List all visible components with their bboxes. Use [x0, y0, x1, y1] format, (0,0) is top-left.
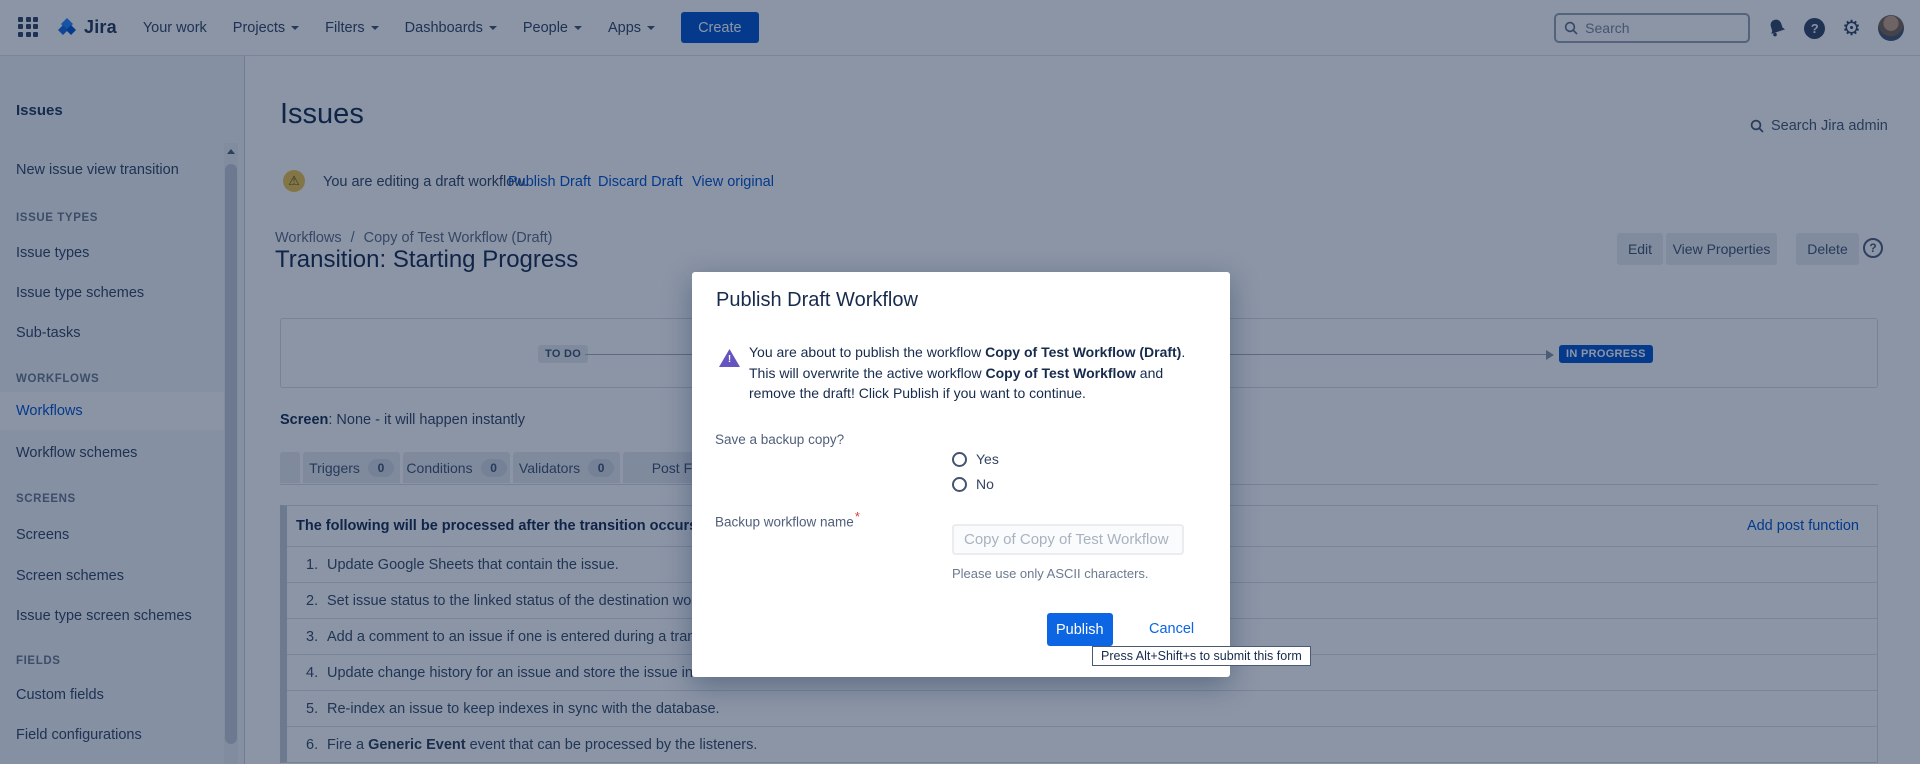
backup-radio-no[interactable]: No	[952, 476, 994, 492]
backup-radio-yes[interactable]: Yes	[952, 451, 999, 467]
backup-name-label: Backup workflow name*	[715, 509, 860, 530]
radio-circle[interactable]	[952, 452, 967, 467]
modal-warning-text: You are about to publish the workflow Co…	[749, 342, 1221, 404]
backup-question-label: Save a backup copy?	[715, 432, 844, 447]
required-asterisk: *	[855, 509, 860, 524]
publish-button[interactable]: Publish	[1047, 613, 1113, 646]
publish-draft-workflow-modal: Publish Draft Workflow ! You are about t…	[692, 272, 1230, 677]
warning-triangle-icon: !	[719, 349, 740, 367]
modal-title: Publish Draft Workflow	[716, 289, 918, 312]
ascii-helper-text: Please use only ASCII characters.	[952, 566, 1149, 581]
radio-circle[interactable]	[952, 477, 967, 492]
cancel-link[interactable]: Cancel	[1149, 621, 1194, 637]
jira-admin-screen: Jira Your work Projects Filters Dashboar…	[0, 0, 1920, 764]
backup-name-input[interactable]	[952, 524, 1184, 555]
submit-shortcut-tooltip: Press Alt+Shift+s to submit this form	[1092, 646, 1311, 666]
